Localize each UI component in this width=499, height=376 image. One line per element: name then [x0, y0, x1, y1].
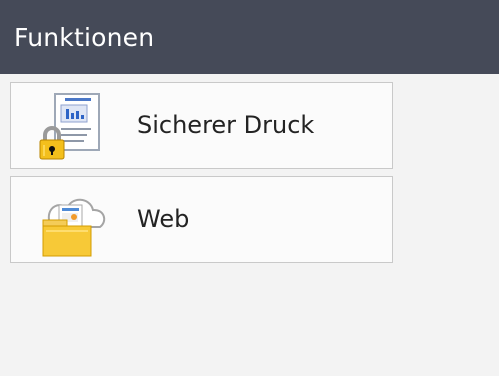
screen-header: Funktionen — [0, 0, 499, 74]
secure-print-icon — [31, 90, 109, 164]
web-label: Web — [137, 205, 190, 233]
web-button[interactable]: Web — [10, 176, 393, 263]
secure-print-button[interactable]: Sicherer Druck — [10, 82, 393, 169]
screen-title: Funktionen — [14, 23, 155, 52]
secure-print-label: Sicherer Druck — [137, 111, 315, 139]
web-folder-icon — [31, 184, 109, 258]
